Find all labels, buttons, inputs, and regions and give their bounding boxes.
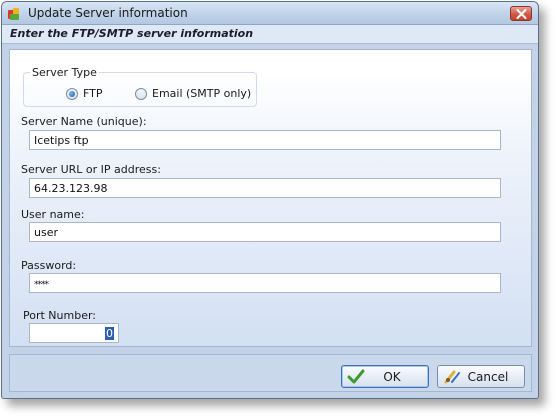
server-type-legend: Server Type xyxy=(30,66,99,79)
header-strip: Enter the FTP/SMTP server information xyxy=(2,25,538,44)
cancel-label: Cancel xyxy=(467,369,509,384)
user-name-input[interactable]: user xyxy=(29,222,501,242)
radio-ftp-label: FTP xyxy=(83,87,103,100)
port-input[interactable]: 0 xyxy=(29,323,119,343)
title-bar[interactable]: Update Server information xyxy=(2,2,538,25)
radio-ftp-circle[interactable] xyxy=(66,87,78,100)
checkmark-icon xyxy=(347,369,365,384)
radio-email[interactable]: Email (SMTP only) xyxy=(135,87,251,100)
close-button[interactable] xyxy=(510,6,532,21)
close-icon xyxy=(516,9,527,19)
dialog-window: Update Server information Enter the FTP/… xyxy=(1,1,539,399)
radio-ftp[interactable]: FTP xyxy=(66,87,103,100)
dialog-header: Enter the FTP/SMTP server information xyxy=(10,27,254,40)
ok-label: OK xyxy=(383,369,401,384)
password-mask: **** xyxy=(34,280,49,290)
server-type-group: Server Type FTP Email (SMTP only) xyxy=(23,66,257,107)
password-input[interactable]: **** xyxy=(29,273,501,293)
button-bar: OK Cancel xyxy=(9,354,532,392)
app-logo-icon xyxy=(7,6,22,21)
port-label: Port Number: xyxy=(23,309,97,322)
radio-email-circle[interactable] xyxy=(135,87,147,100)
password-label: Password: xyxy=(21,259,77,272)
user-name-label: User name: xyxy=(21,208,85,221)
server-name-input[interactable]: Icetips ftp xyxy=(29,130,501,150)
window-title: Update Server information xyxy=(28,6,188,20)
cancel-icon xyxy=(444,370,460,384)
server-url-input[interactable]: 64.23.123.98 xyxy=(29,178,501,198)
server-url-label: Server URL or IP address: xyxy=(21,163,161,176)
ok-button[interactable]: OK xyxy=(341,365,429,388)
cancel-button[interactable]: Cancel xyxy=(437,365,525,388)
form-panel: Server Type FTP Email (SMTP only) Server… xyxy=(9,49,532,347)
port-value: 0 xyxy=(105,327,114,340)
radio-email-label: Email (SMTP only) xyxy=(152,87,252,100)
server-name-label: Server Name (unique): xyxy=(21,115,147,128)
